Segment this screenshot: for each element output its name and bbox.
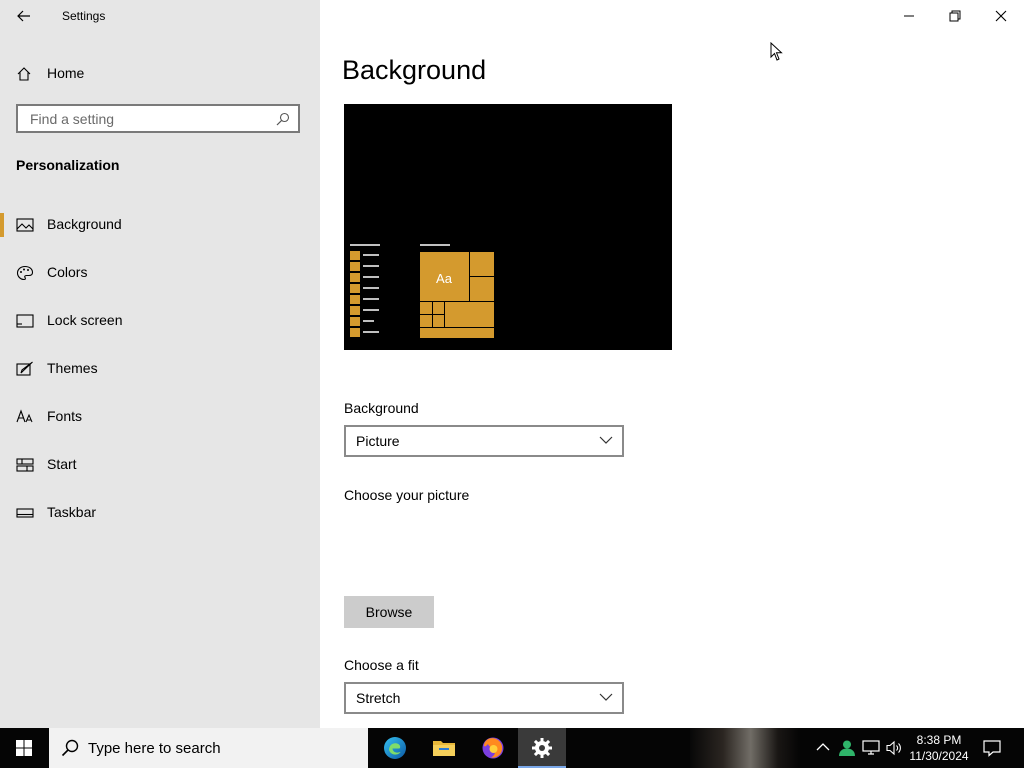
- sidebar-item-fonts[interactable]: Fonts: [0, 399, 320, 435]
- close-button[interactable]: [978, 0, 1024, 32]
- app-title: Settings: [62, 9, 106, 23]
- start-button[interactable]: [0, 728, 48, 768]
- chevron-up-icon[interactable]: [816, 742, 830, 752]
- firefox-icon: [482, 737, 504, 759]
- taskbar-search-text: Type here to search: [88, 740, 221, 757]
- active-indicator: [0, 213, 4, 237]
- sidebar-item-label: Background: [47, 216, 122, 232]
- taskbar-settings[interactable]: [518, 728, 566, 768]
- choose-fit-label: Choose a fit: [344, 657, 419, 673]
- preview-tile-text: Aa: [436, 271, 453, 286]
- home-label: Home: [47, 65, 85, 81]
- sidebar-item-label: Themes: [47, 360, 98, 376]
- picture-icon: [16, 218, 34, 232]
- settings-sidebar: Settings Home Personalization Background…: [0, 0, 320, 728]
- taskbar: Type here to search 8:38 PM 11/30/2024: [0, 728, 1024, 768]
- edge-icon: [384, 737, 406, 759]
- sidebar-item-label: Fonts: [47, 408, 83, 424]
- choose-picture-label: Choose your picture: [344, 487, 470, 503]
- chevron-down-icon: [599, 693, 613, 701]
- taskbar-clock[interactable]: 8:38 PM 11/30/2024: [906, 732, 972, 764]
- home-icon: [17, 67, 31, 81]
- background-preview: Aa: [344, 104, 672, 350]
- lock-screen-icon: [16, 314, 34, 328]
- minimize-icon: [904, 15, 914, 17]
- sidebar-item-themes[interactable]: Themes: [0, 351, 320, 387]
- browse-button[interactable]: Browse: [344, 596, 434, 628]
- minimize-button[interactable]: [886, 0, 932, 32]
- people-icon[interactable]: [838, 739, 856, 757]
- file-explorer-icon: [433, 741, 455, 756]
- windows-logo-icon: [16, 740, 32, 756]
- chevron-down-icon: [599, 436, 613, 444]
- palette-icon: [16, 265, 34, 281]
- back-button[interactable]: [10, 4, 38, 28]
- taskbar-edge[interactable]: [371, 728, 419, 768]
- background-type-dropdown[interactable]: Picture: [344, 425, 624, 457]
- sidebar-home[interactable]: Home: [0, 60, 320, 88]
- sidebar-item-start[interactable]: Start: [0, 447, 320, 483]
- desktop-wallpaper-peek: [690, 728, 800, 768]
- network-icon[interactable]: [862, 739, 880, 757]
- start-icon: [16, 458, 34, 472]
- fit-dropdown[interactable]: Stretch: [344, 682, 624, 714]
- find-setting-input[interactable]: [28, 110, 272, 128]
- taskbar-file-explorer[interactable]: [420, 728, 468, 768]
- taskbar-firefox[interactable]: [469, 728, 517, 768]
- sidebar-item-lock-screen[interactable]: Lock screen: [0, 303, 320, 339]
- settings-icon: [532, 738, 552, 758]
- section-title: Personalization: [16, 157, 120, 173]
- sidebar-item-label: Start: [47, 456, 77, 472]
- sidebar-item-label: Taskbar: [47, 504, 97, 520]
- taskbar-icon: [16, 508, 34, 518]
- clock-time: 8:38 PM: [916, 733, 962, 747]
- sidebar-item-colors[interactable]: Colors: [0, 255, 320, 291]
- fit-value: Stretch: [356, 690, 401, 706]
- sidebar-item-label: Lock screen: [47, 312, 123, 328]
- brush-icon: [16, 361, 33, 376]
- restore-button[interactable]: [932, 0, 978, 32]
- font-icon: [16, 409, 33, 423]
- taskbar-search-box[interactable]: Type here to search: [49, 728, 368, 768]
- back-arrow-icon: [17, 10, 30, 22]
- sidebar-item-taskbar[interactable]: Taskbar: [0, 495, 320, 531]
- notification-icon[interactable]: [983, 739, 1001, 757]
- background-type-label: Background: [344, 400, 419, 416]
- background-type-value: Picture: [356, 433, 400, 449]
- volume-icon[interactable]: [885, 739, 903, 757]
- desktop-preview-graphic: Aa: [350, 244, 494, 338]
- restore-icon: [949, 10, 961, 22]
- search-icon[interactable]: [276, 112, 290, 126]
- close-icon: [995, 10, 1007, 22]
- mouse-cursor-icon: [770, 42, 783, 61]
- search-icon: [61, 739, 79, 757]
- page-title: Background: [342, 55, 487, 85]
- find-setting-search[interactable]: [16, 104, 300, 133]
- sidebar-item-background[interactable]: Background: [0, 207, 320, 243]
- sidebar-item-label: Colors: [47, 264, 88, 280]
- clock-date: 11/30/2024: [909, 749, 969, 763]
